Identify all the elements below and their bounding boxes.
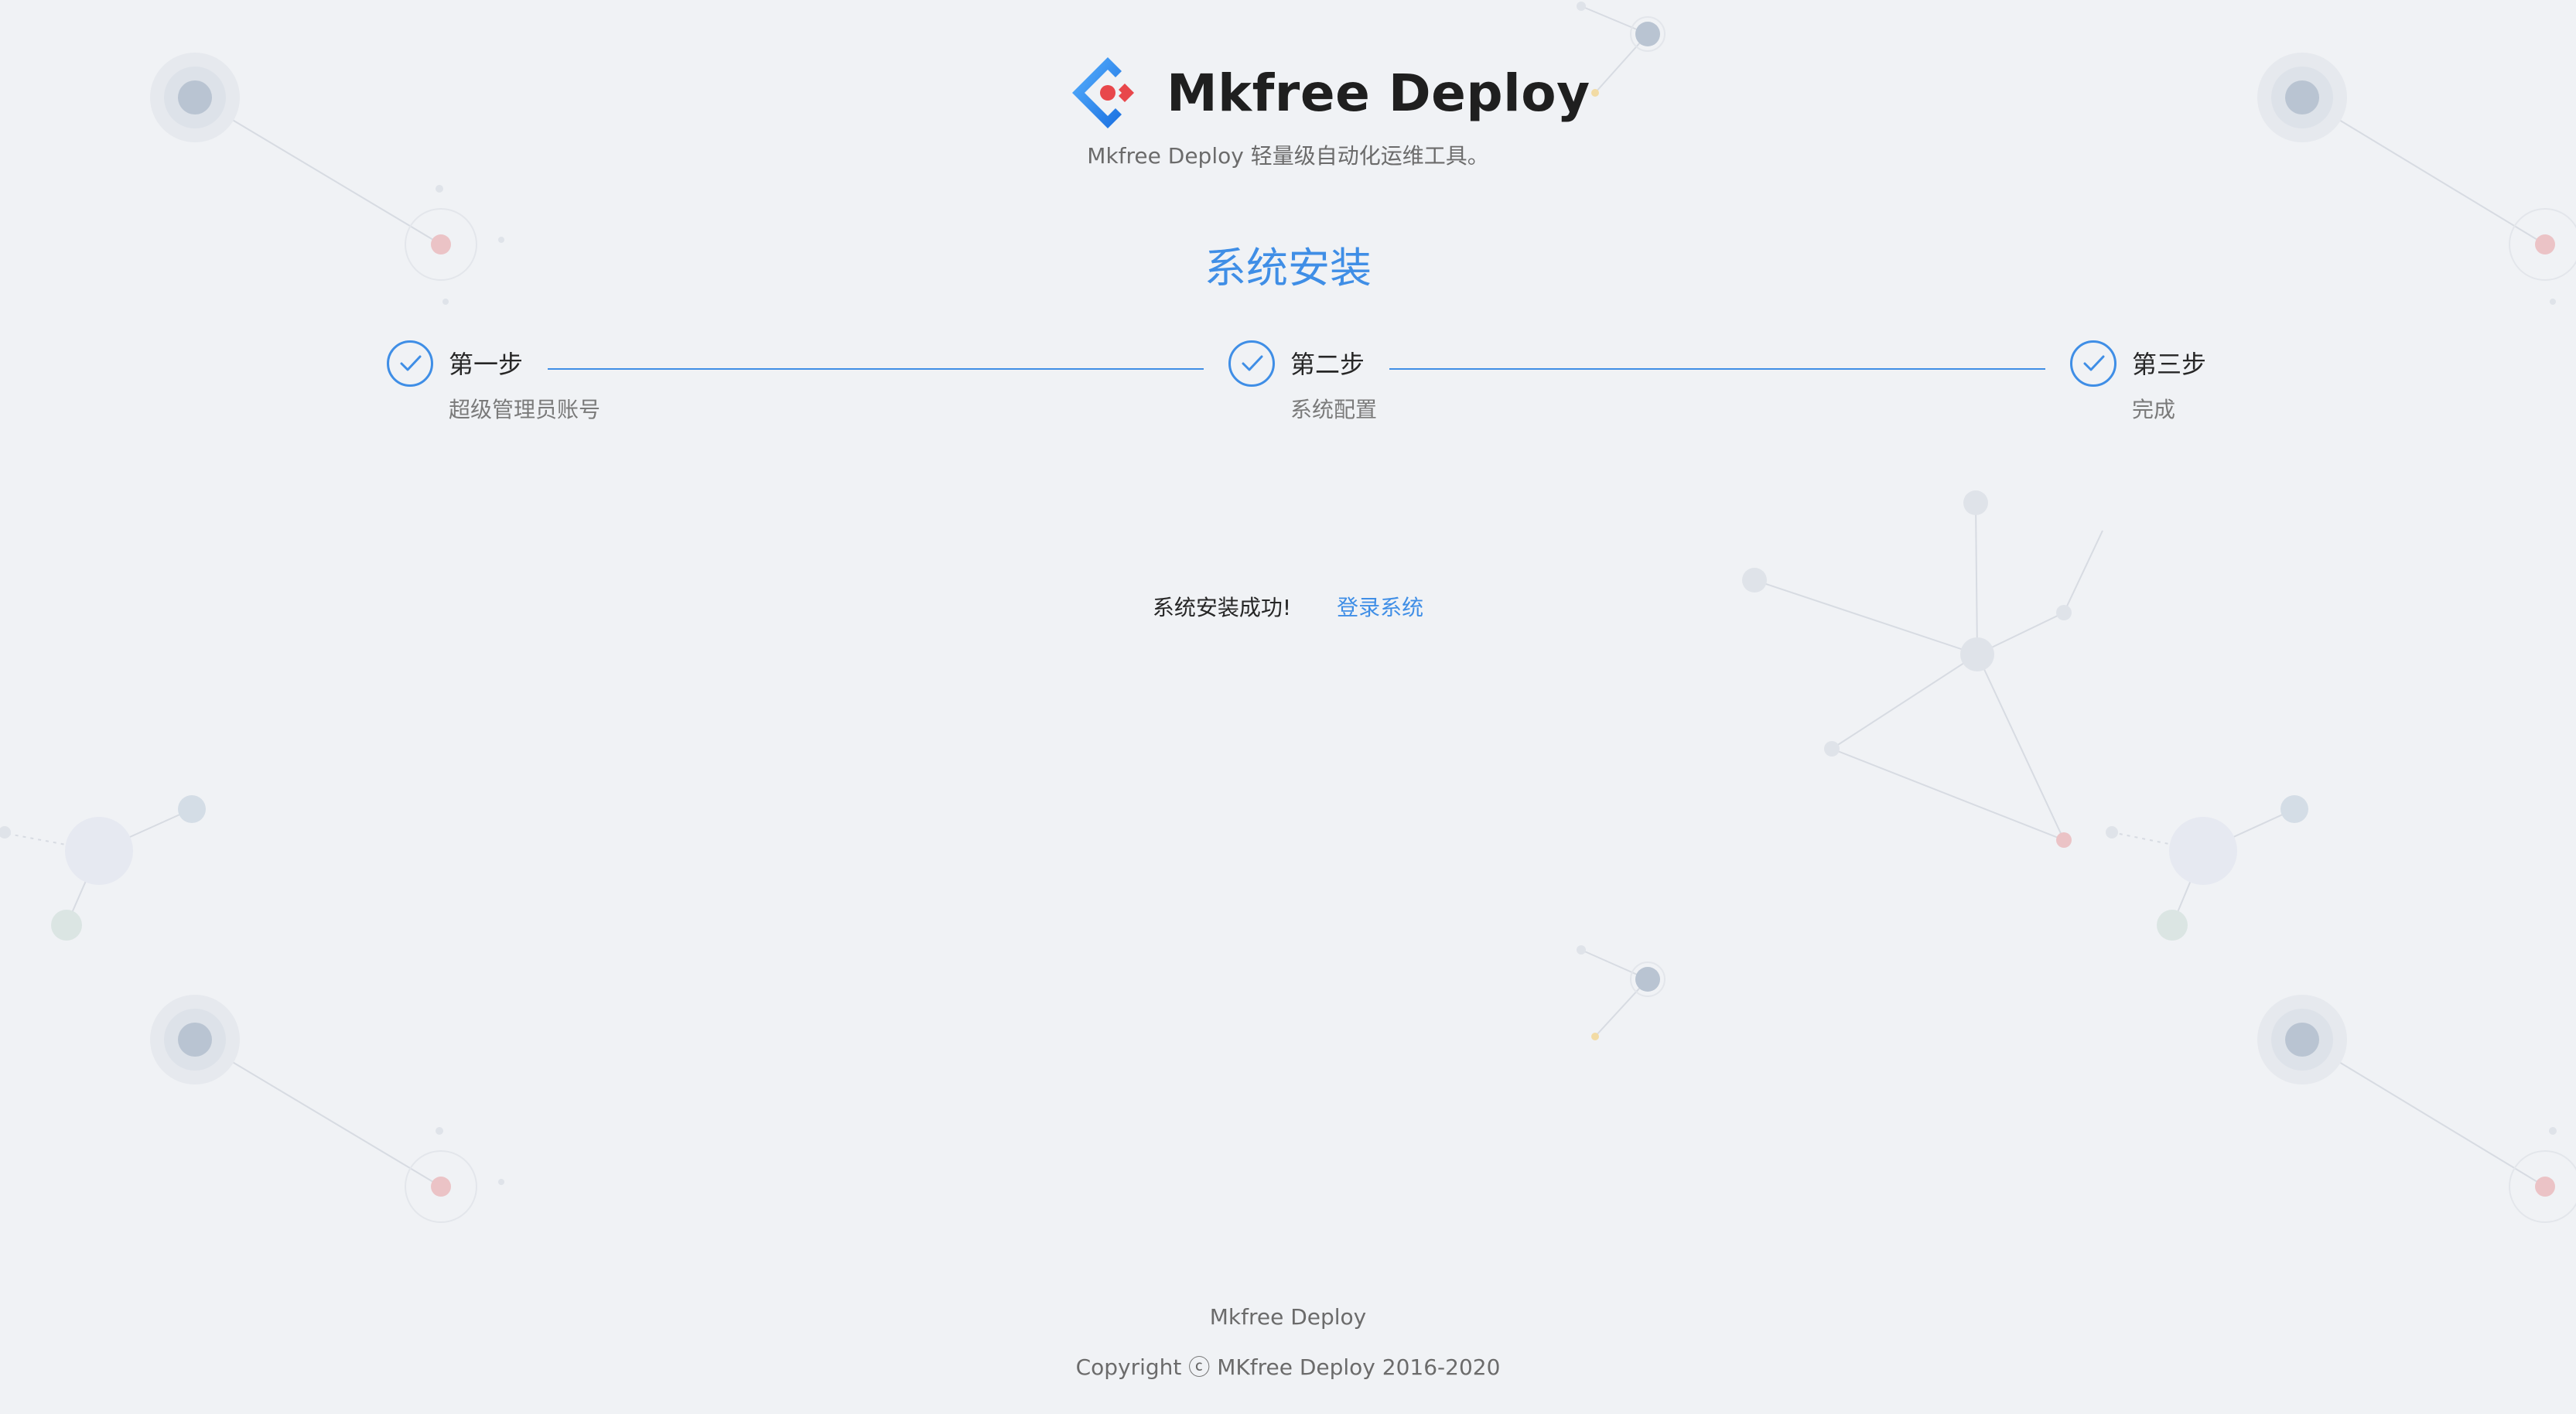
step-description: 系统配置 [1290, 397, 1378, 422]
check-icon [1228, 340, 1275, 387]
page-title: 系统安装 [1204, 244, 1372, 292]
step-title: 第一步 [449, 350, 524, 379]
check-icon [2070, 340, 2116, 387]
brand[interactable]: Mkfree Deploy [1068, 46, 1590, 139]
logo-icon [1072, 57, 1134, 128]
app-subtitle: Mkfree Deploy 轻量级自动化运维工具。 [1087, 143, 1489, 169]
install-result: 系统安装成功! 登录系统 [0, 591, 2576, 622]
footer-name: Mkfree Deploy [1209, 1304, 1367, 1330]
step-description: 完成 [2132, 397, 2176, 422]
check-icon [387, 340, 433, 387]
background-decoration [0, 2, 2576, 1223]
step-title: 第二步 [1290, 350, 1365, 379]
success-message: 系统安装成功! [1152, 595, 1292, 620]
step-description: 超级管理员账号 [449, 397, 601, 422]
page-header: Mkfree Deploy Mkfree Deploy 轻量级自动化运维工具。 [0, 37, 2576, 192]
login-link[interactable]: 登录系统 [1337, 595, 1423, 620]
step-connector [548, 368, 1204, 370]
step-title: 第三步 [2132, 350, 2207, 379]
steps: 第一步 超级管理员账号 第二步 系统配置 第三步 完成 [0, 340, 2576, 441]
app-title: Mkfree Deploy [1167, 63, 1590, 123]
footer-copyright: Copyright ⓒ MKfree Deploy 2016-2020 [1075, 1354, 1501, 1380]
step-connector [1389, 368, 2045, 370]
